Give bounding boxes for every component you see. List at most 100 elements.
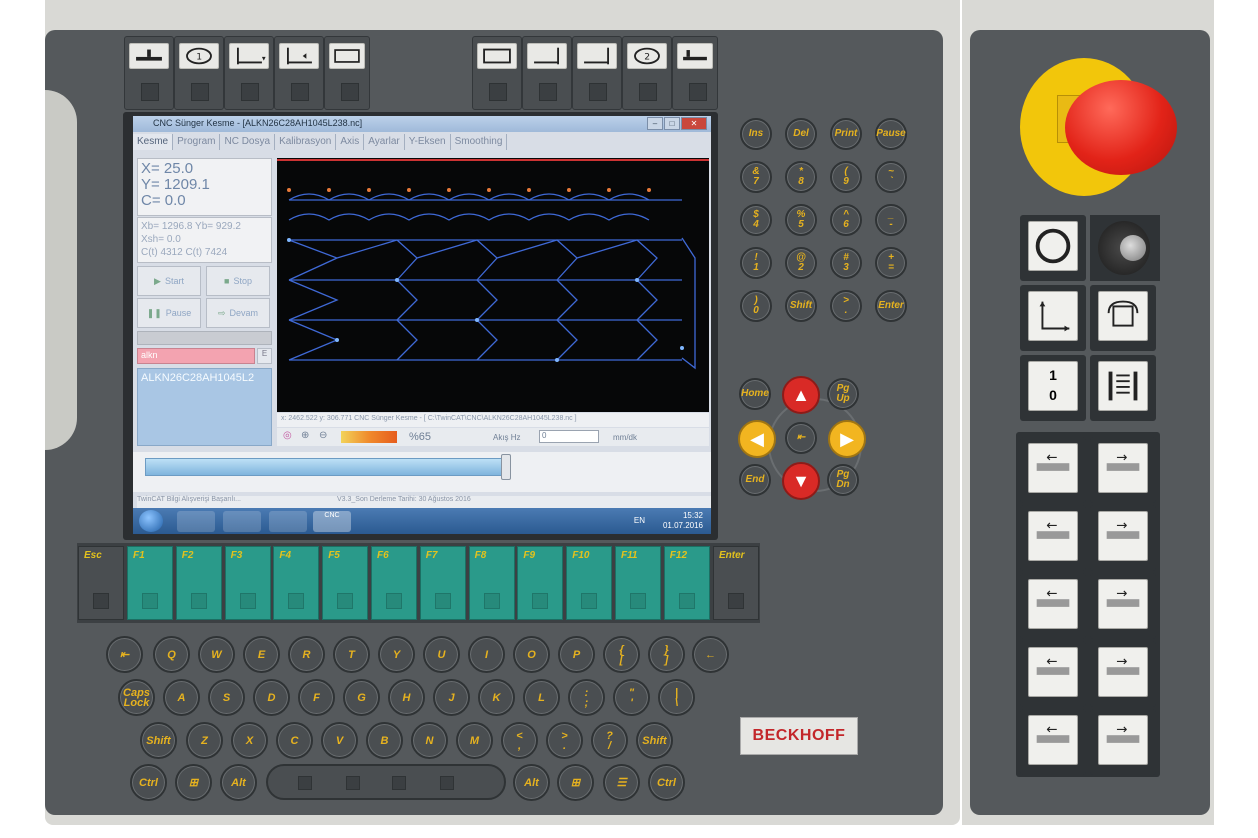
jog-z-down-button[interactable]: ← — [1020, 437, 1086, 503]
key-row1-6[interactable]: U — [423, 636, 460, 673]
key-row1-5[interactable]: Y — [378, 636, 415, 673]
keypad-key-enter[interactable]: Enter — [875, 290, 907, 322]
fkey-f8[interactable]: F8 — [468, 546, 515, 620]
shift-right-key[interactable]: Shift — [636, 722, 673, 759]
key-row2-10[interactable]: " ' — [613, 679, 650, 716]
folder-icon[interactable] — [223, 511, 261, 532]
space-bar[interactable] — [266, 764, 506, 800]
machine-function-key-6[interactable] — [472, 36, 522, 110]
windows-icon[interactable]: ⊞ — [557, 764, 594, 801]
backspace-icon[interactable]: ← — [692, 636, 729, 673]
jog-table-left-button[interactable]: ← — [1020, 641, 1086, 707]
list-button[interactable] — [1090, 355, 1156, 421]
key-row2-3[interactable]: F — [298, 679, 335, 716]
program-list-item[interactable]: ALKN26C28AH1045L2 — [141, 372, 268, 384]
jog-y-back-button[interactable]: ← — [1020, 573, 1086, 639]
keypad-key-4[interactable]: $ 4 — [740, 204, 772, 236]
key-row1-2[interactable]: E — [243, 636, 280, 673]
machine-function-key-1[interactable] — [124, 36, 174, 110]
program-search-input[interactable]: alkn — [137, 348, 255, 364]
fkey-f7[interactable]: F7 — [419, 546, 466, 620]
machine-function-key-10[interactable] — [672, 36, 718, 110]
feed-value[interactable]: 0 — [539, 430, 599, 443]
windows-start-icon[interactable] — [139, 510, 163, 532]
keypad-key-8[interactable]: * 8 — [785, 161, 817, 193]
keypad-key-period[interactable]: > . — [830, 290, 862, 322]
keypad-key-equals[interactable]: + = — [875, 247, 907, 279]
program-search-button[interactable]: E — [257, 348, 272, 364]
fkey-f5[interactable]: F5 — [322, 546, 369, 620]
page-down-key[interactable]: Pg Dn — [827, 464, 859, 496]
key-row2-2[interactable]: D — [253, 679, 290, 716]
keypad-key-pause[interactable]: Pause — [875, 118, 907, 150]
key-row2-6[interactable]: J — [433, 679, 470, 716]
key-row3-5[interactable]: N — [411, 722, 448, 759]
program-list[interactable]: ALKN26C28AH1045L2 — [137, 368, 272, 446]
fkey-f10[interactable]: F10 — [566, 546, 613, 620]
on-off-button[interactable]: 10 — [1020, 355, 1086, 421]
rotation-button[interactable] — [1090, 285, 1156, 351]
machine-function-key-4[interactable] — [274, 36, 324, 110]
fkey-f3[interactable]: F3 — [224, 546, 271, 620]
taskbar-file-icon[interactable] — [177, 511, 215, 532]
ctrl-right-key[interactable]: Ctrl — [648, 764, 685, 801]
fkey-f6[interactable]: F6 — [371, 546, 417, 620]
key-row3-0[interactable]: Z — [186, 722, 223, 759]
zoom-in-icon[interactable]: ⊕ — [301, 430, 309, 441]
tab-axis[interactable]: Axis — [336, 134, 365, 150]
keypad-key-5[interactable]: % 5 — [785, 204, 817, 236]
ctrl-left-key[interactable]: Ctrl — [130, 764, 167, 801]
jog-x-left-button[interactable]: ← — [1020, 505, 1086, 571]
key-row2-8[interactable]: L — [523, 679, 560, 716]
tab-center-icon[interactable]: ⇤ — [785, 422, 817, 454]
key-row1-0[interactable]: Q — [153, 636, 190, 673]
key-row3-6[interactable]: M — [456, 722, 493, 759]
keypad-key-7[interactable]: & 7 — [740, 161, 772, 193]
menu-icon[interactable]: ☰ — [603, 764, 640, 801]
arrow-right-icon[interactable]: ▶ — [828, 420, 866, 458]
key-row2-1[interactable]: S — [208, 679, 245, 716]
target-icon[interactable]: ◎ — [283, 430, 292, 441]
arrow-up-icon[interactable]: ▲ — [782, 376, 820, 414]
esc-key[interactable]: Esc — [78, 546, 124, 620]
key-row2-9[interactable]: : ; — [568, 679, 605, 716]
shift-left-key[interactable]: Shift — [140, 722, 177, 759]
keypad-key-shift[interactable]: Shift — [785, 290, 817, 322]
fkey-f11[interactable]: F11 — [615, 546, 661, 620]
keypad-key-ins[interactable]: Ins — [740, 118, 772, 150]
keypad-key-del[interactable]: Del — [785, 118, 817, 150]
fkey-f2[interactable]: F2 — [175, 546, 222, 620]
key-row2-4[interactable]: G — [343, 679, 380, 716]
key-row3-9[interactable]: ? / — [591, 722, 628, 759]
keypad-key-0[interactable]: ) 0 — [740, 290, 772, 322]
machine-function-key-3[interactable] — [224, 36, 274, 110]
key-row3-2[interactable]: C — [276, 722, 313, 759]
key-row2-7[interactable]: K — [478, 679, 515, 716]
end-key[interactable]: End — [739, 464, 771, 496]
axes-button[interactable] — [1020, 285, 1086, 351]
jog-y-forward-button[interactable]: → — [1090, 573, 1156, 639]
jog-table-right-button[interactable]: → — [1090, 641, 1156, 707]
tab-program[interactable]: Program — [173, 134, 221, 150]
jog-z-up-button[interactable]: → — [1090, 437, 1156, 503]
machine-function-key-8[interactable] — [572, 36, 622, 110]
key-row1-8[interactable]: O — [513, 636, 550, 673]
enter-fkey[interactable]: Enter — [713, 546, 759, 620]
maximize-button[interactable]: □ — [664, 117, 680, 130]
stop-button[interactable]: ■ Stop — [206, 266, 270, 296]
key-switch[interactable] — [1090, 215, 1160, 281]
keypad-key-3[interactable]: # 3 — [830, 247, 862, 279]
alt-right-key[interactable]: Alt — [513, 764, 550, 801]
key-row3-7[interactable]: < , — [501, 722, 538, 759]
continue-button[interactable]: ⇨ Devam — [206, 298, 270, 328]
keypad-key-9[interactable]: ( 9 — [830, 161, 862, 193]
tab-kesme[interactable]: Kesme — [133, 134, 174, 150]
keypad-key-minus[interactable]: _ - — [875, 204, 907, 236]
app-icon[interactable] — [269, 511, 307, 532]
home-key[interactable]: Home — [739, 378, 771, 410]
jog-x-right-button[interactable]: → — [1090, 505, 1156, 571]
key-row1-3[interactable]: R — [288, 636, 325, 673]
zoom-out-icon[interactable]: ⊖ — [319, 430, 327, 441]
keypad-key-1[interactable]: ! 1 — [740, 247, 772, 279]
fkey-f12[interactable]: F12 — [663, 546, 710, 620]
